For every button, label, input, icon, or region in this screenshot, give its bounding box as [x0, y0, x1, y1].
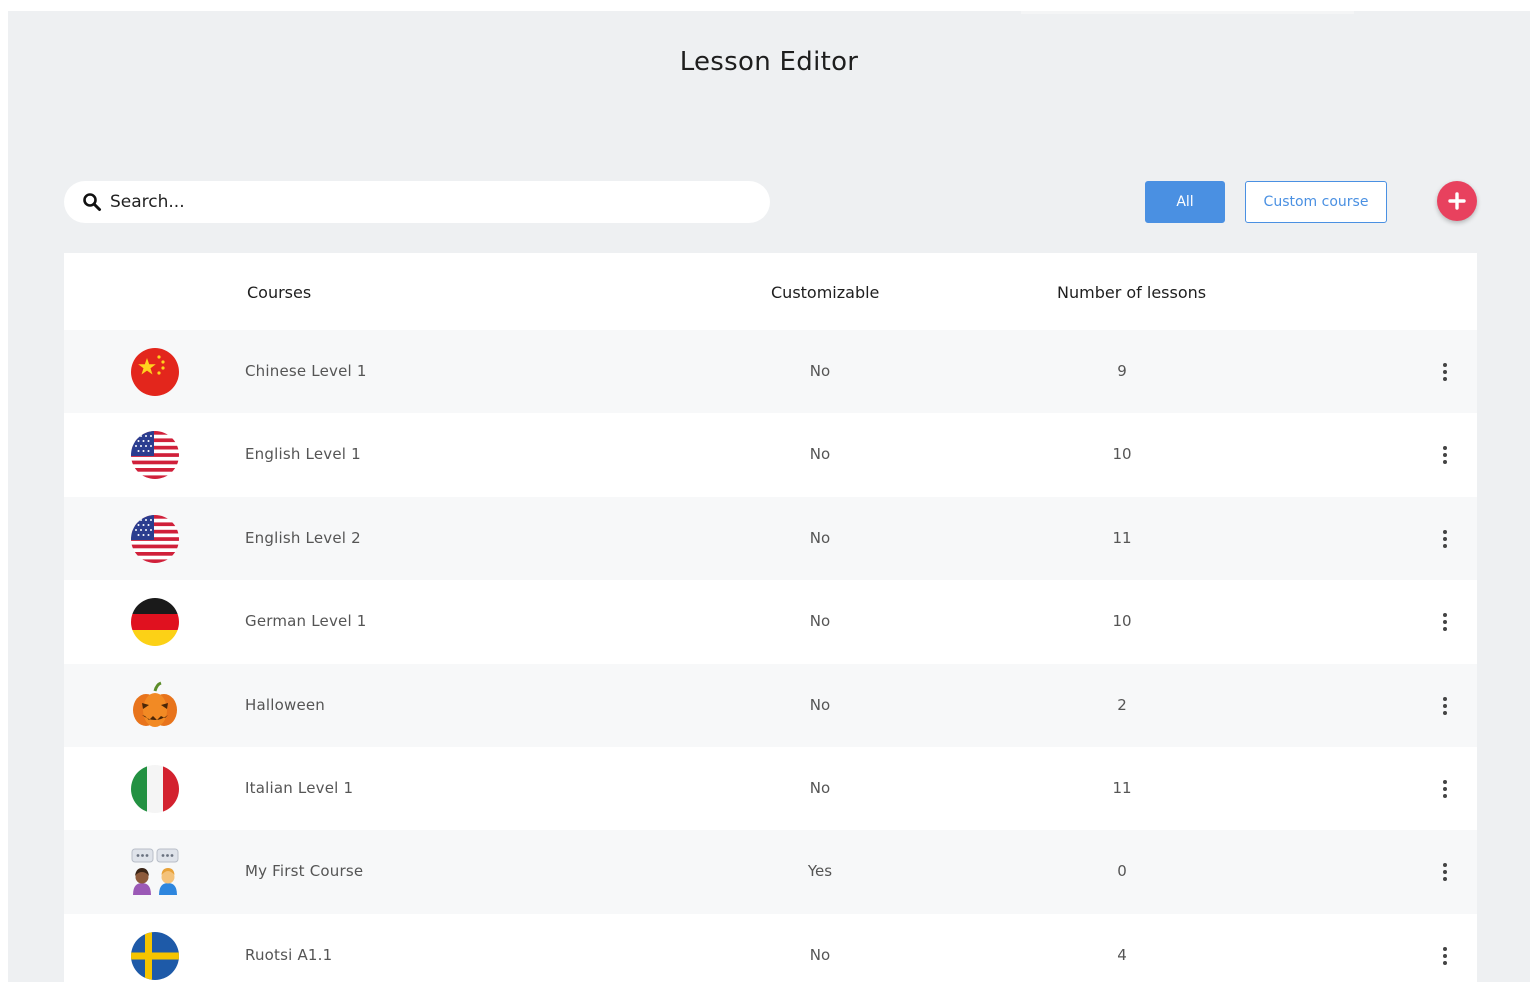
course-lesson-count: 11: [1112, 528, 1132, 547]
table-row[interactable]: Halloween No 2: [64, 663, 1477, 747]
more-vertical-icon: [1443, 779, 1447, 798]
china-flag-icon: [130, 347, 180, 397]
course-lesson-count: 0: [1117, 862, 1127, 881]
course-lesson-count: 11: [1112, 778, 1132, 797]
course-name[interactable]: English Level 2: [245, 529, 361, 547]
course-name[interactable]: Chinese Level 1: [245, 362, 367, 380]
course-lesson-count: 4: [1117, 945, 1127, 964]
more-vertical-icon: [1443, 613, 1447, 632]
course-customizable: No: [809, 445, 831, 464]
search-icon: [83, 193, 101, 211]
table-row[interactable]: Chinese Level 1 No 9: [64, 330, 1477, 414]
course-customizable: No: [809, 528, 831, 547]
course-customizable: No: [809, 695, 831, 714]
table-row[interactable]: English Level 1 No 10: [64, 413, 1477, 497]
usa-flag-icon: [130, 514, 180, 564]
more-vertical-icon: [1443, 363, 1447, 381]
search-bar[interactable]: [64, 181, 770, 223]
course-name[interactable]: Italian Level 1: [245, 779, 353, 797]
row-menu-button[interactable]: [1430, 857, 1460, 887]
table-row[interactable]: My First Course Yes 0: [64, 830, 1477, 914]
table-row[interactable]: English Level 2 No 11: [64, 496, 1477, 581]
course-lesson-count: 10: [1112, 445, 1132, 464]
page-title: Lesson Editor: [679, 47, 859, 77]
top-strip: [1021, 11, 1354, 14]
italy-flag-icon: [130, 764, 180, 814]
lesson-editor-page: Lesson Editor All Custom course Courses …: [8, 11, 1530, 982]
row-menu-button[interactable]: [1430, 691, 1460, 721]
course-customizable: Yes: [807, 862, 833, 881]
plus-icon: [1448, 192, 1466, 210]
column-header-customizable[interactable]: Customizable: [771, 283, 879, 302]
row-menu-button[interactable]: [1430, 774, 1460, 804]
table-header: Courses Customizable Number of lessons: [64, 253, 1477, 330]
people-talking-icon: [130, 847, 180, 897]
add-course-button[interactable]: [1437, 181, 1477, 221]
column-header-courses[interactable]: Courses: [247, 283, 311, 302]
sweden-flag-icon: [130, 931, 180, 981]
course-customizable: No: [809, 362, 831, 380]
course-customizable: No: [809, 945, 831, 964]
search-input[interactable]: [110, 192, 710, 212]
row-menu-button[interactable]: [1430, 524, 1460, 554]
course-name[interactable]: German Level 1: [245, 612, 367, 630]
row-menu-button[interactable]: [1430, 607, 1460, 637]
more-vertical-icon: [1443, 529, 1447, 548]
table-row[interactable]: Italian Level 1 No 11: [64, 746, 1477, 831]
germany-flag-icon: [130, 597, 180, 647]
course-lesson-count: 2: [1117, 695, 1127, 714]
column-header-lessons[interactable]: Number of lessons: [1057, 283, 1206, 302]
more-vertical-icon: [1443, 696, 1447, 715]
course-customizable: No: [809, 778, 831, 797]
courses-table: Courses Customizable Number of lessons C…: [64, 253, 1477, 982]
table-row[interactable]: Ruotsi A1.1 No 4: [64, 913, 1477, 982]
filter-all-button[interactable]: All: [1145, 181, 1225, 223]
course-lesson-count: 9: [1117, 362, 1127, 380]
more-vertical-icon: [1443, 946, 1447, 965]
more-vertical-icon: [1443, 446, 1447, 465]
row-menu-button[interactable]: [1430, 440, 1460, 470]
course-customizable: No: [809, 612, 831, 631]
pumpkin-icon: [130, 681, 180, 731]
row-menu-button[interactable]: [1430, 941, 1460, 971]
course-name[interactable]: English Level 1: [245, 445, 361, 463]
row-menu-button[interactable]: [1430, 357, 1460, 387]
course-name[interactable]: My First Course: [245, 862, 363, 880]
course-lesson-count: 10: [1112, 612, 1132, 631]
more-vertical-icon: [1443, 863, 1447, 882]
course-name[interactable]: Halloween: [245, 696, 325, 714]
usa-flag-icon: [130, 430, 180, 480]
course-name[interactable]: Ruotsi A1.1: [245, 946, 332, 964]
filter-custom-course-button[interactable]: Custom course: [1245, 181, 1387, 223]
table-row[interactable]: German Level 1 No 10: [64, 580, 1477, 664]
